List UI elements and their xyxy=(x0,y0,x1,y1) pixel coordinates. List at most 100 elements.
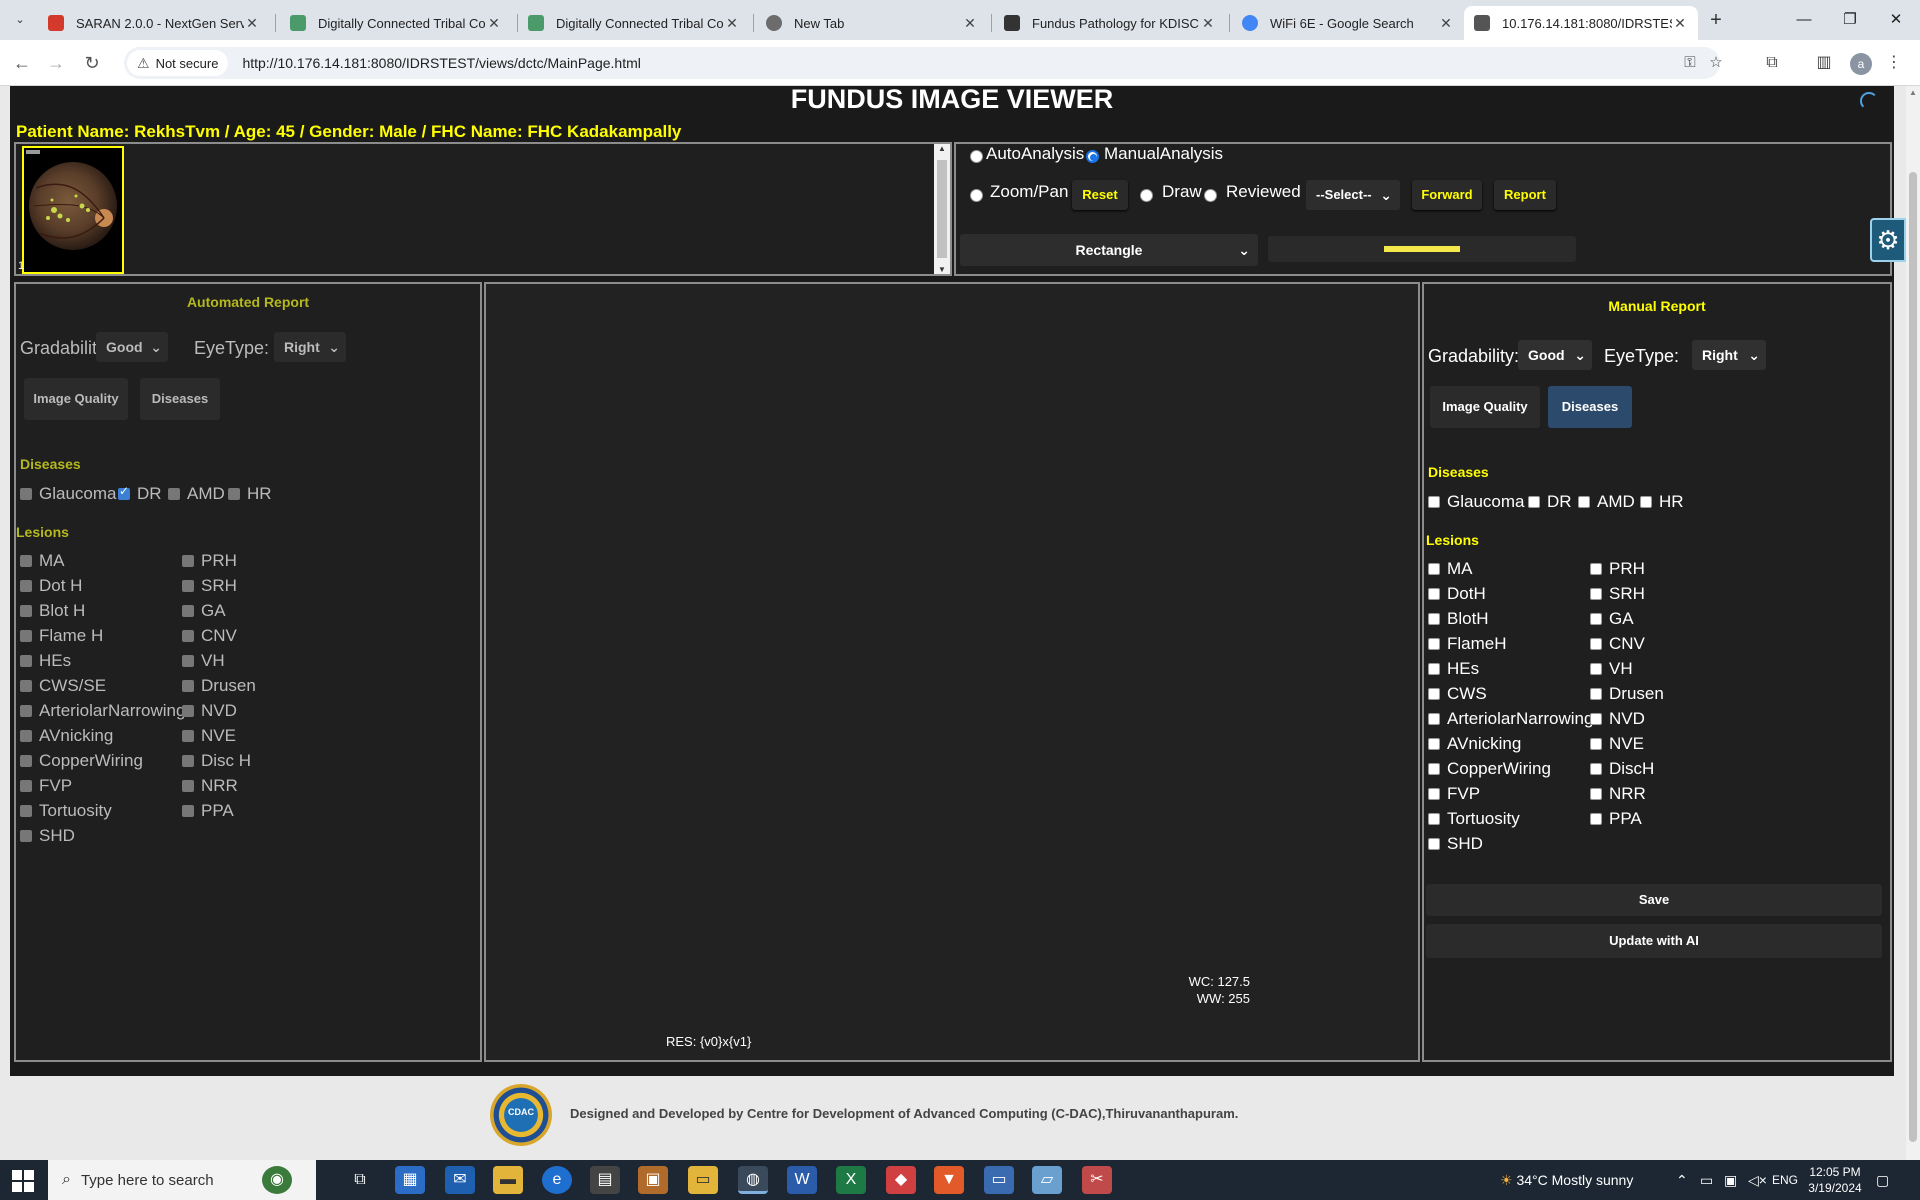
lesion-checkbox[interactable]: NRR xyxy=(1590,784,1646,804)
checkbox-box[interactable] xyxy=(20,680,32,692)
checkbox-box[interactable] xyxy=(20,655,32,667)
checkbox-box[interactable] xyxy=(182,580,194,592)
windows-start-icon[interactable] xyxy=(12,1170,34,1192)
checkbox-box[interactable] xyxy=(182,655,194,667)
address-bar[interactable]: ⚠ Not secure http://10.176.14.181:8080/I… xyxy=(124,47,1723,79)
lesion-checkbox[interactable]: Drusen xyxy=(1590,684,1664,704)
calculator-icon[interactable]: ▤ xyxy=(590,1166,620,1194)
checkbox-box[interactable] xyxy=(20,705,32,717)
lesion-checkbox[interactable]: Blot H xyxy=(20,601,85,621)
lesion-checkbox[interactable]: DotH xyxy=(1428,584,1486,604)
lesion-checkbox[interactable]: CWS xyxy=(1428,684,1487,704)
checkbox-box[interactable] xyxy=(1590,563,1602,575)
close-tab-icon[interactable]: ✕ xyxy=(244,15,260,32)
lesion-checkbox[interactable]: CWS/SE xyxy=(20,676,106,696)
lesion-checkbox[interactable]: NVD xyxy=(182,701,237,721)
checkbox-box[interactable] xyxy=(1590,713,1602,725)
lesion-checkbox[interactable]: PRH xyxy=(1590,559,1645,579)
forward-button[interactable]: Forward xyxy=(1412,180,1482,210)
back-icon[interactable]: ← xyxy=(10,51,34,75)
restore-icon[interactable]: ❐ xyxy=(1838,8,1862,32)
checkbox-box[interactable] xyxy=(182,805,194,817)
checkbox-box[interactable] xyxy=(20,580,32,592)
manual-analysis-radio[interactable] xyxy=(1086,150,1099,163)
lesion-checkbox[interactable]: VH xyxy=(1590,659,1633,679)
forward-icon[interactable]: → xyxy=(44,51,68,75)
tab-image-quality[interactable]: Image Quality xyxy=(1430,386,1540,428)
edge-icon[interactable]: e xyxy=(542,1166,572,1194)
notifications-icon[interactable]: ▢ xyxy=(1876,1160,1889,1200)
close-tab-icon[interactable]: ✕ xyxy=(1200,15,1216,32)
lesion-checkbox[interactable]: MA xyxy=(20,551,65,571)
close-tab-icon[interactable]: ✕ xyxy=(486,15,502,32)
browser-tab[interactable]: New Tab ✕ xyxy=(756,6,988,40)
checkbox-box[interactable] xyxy=(1428,788,1440,800)
lesion-checkbox[interactable]: ArteriolarNarrowing xyxy=(1428,709,1593,729)
gradability-select[interactable]: Good ⌄ xyxy=(1518,340,1592,370)
review-select[interactable]: --Select-- ⌄ xyxy=(1306,180,1400,210)
chrome-icon[interactable]: ◍ xyxy=(738,1166,768,1194)
lesion-checkbox[interactable]: NVE xyxy=(182,726,236,746)
disease-checkbox-amd[interactable]: AMD xyxy=(168,484,225,504)
lesion-checkbox[interactable]: NVD xyxy=(1590,709,1645,729)
snipping-icon[interactable]: ✂ xyxy=(1082,1166,1112,1194)
thumbnail-scrollbar[interactable]: ▲ ▼ xyxy=(934,144,950,274)
checkbox-box[interactable] xyxy=(20,780,32,792)
security-chip[interactable]: ⚠ Not secure xyxy=(127,50,229,76)
browser-tab-active[interactable]: 10.176.14.181:8080/IDRSTEST/v ✕ xyxy=(1464,6,1698,40)
tray-chevron-icon[interactable]: ⌃ xyxy=(1676,1160,1688,1200)
close-tab-icon[interactable]: ✕ xyxy=(962,15,978,32)
checkbox-box[interactable] xyxy=(1590,813,1602,825)
lesion-checkbox[interactable]: Tortuosity xyxy=(1428,809,1520,829)
lesion-checkbox[interactable]: CopperWiring xyxy=(20,751,143,771)
checkbox-box[interactable] xyxy=(182,705,194,717)
lesion-checkbox[interactable]: SRH xyxy=(1590,584,1645,604)
browser-tab[interactable]: Fundus Pathology for KDISC ✕ xyxy=(994,6,1226,40)
lesion-checkbox[interactable]: CNV xyxy=(182,626,237,646)
lesion-checkbox[interactable]: PPA xyxy=(1590,809,1642,829)
lesion-checkbox[interactable]: MA xyxy=(1428,559,1473,579)
checkbox-box[interactable] xyxy=(1428,588,1440,600)
eyetype-select[interactable]: Right ⌄ xyxy=(1692,340,1766,370)
checkbox-box[interactable] xyxy=(1590,788,1602,800)
page-scrollbar[interactable]: ▲ xyxy=(1906,86,1920,1160)
eyetype-select[interactable]: Right ⌄ xyxy=(274,332,346,362)
checkbox-box[interactable] xyxy=(1428,738,1440,750)
file-explorer-icon[interactable]: ▬ xyxy=(493,1166,523,1194)
browser-tab[interactable]: Digitally Connected Tribal Colo ✕ xyxy=(280,6,512,40)
checkbox-box[interactable] xyxy=(1590,638,1602,650)
bookmark-star-icon[interactable]: ☆ xyxy=(1704,51,1728,75)
weather-widget[interactable]: ☀ 34°C Mostly sunny xyxy=(1500,1160,1633,1200)
disease-checkbox-glaucoma[interactable]: Glaucoma xyxy=(20,484,116,504)
disease-checkbox-dr[interactable]: DR xyxy=(118,484,162,504)
language-indicator[interactable]: ENG xyxy=(1772,1160,1798,1200)
folder-icon[interactable]: ▭ xyxy=(688,1166,718,1194)
checkbox-box[interactable] xyxy=(182,630,194,642)
checkbox-box[interactable] xyxy=(182,555,194,567)
lesion-checkbox[interactable]: FVP xyxy=(1428,784,1480,804)
store-icon[interactable]: ▦ xyxy=(395,1166,425,1194)
volume-icon[interactable]: ◁× xyxy=(1748,1160,1767,1200)
draw-radio[interactable] xyxy=(1140,189,1153,202)
lesion-checkbox[interactable]: NVE xyxy=(1590,734,1644,754)
browser-tab[interactable]: SARAN 2.0.0 - NextGen Servic ✕ xyxy=(38,6,270,40)
auto-analysis-radio[interactable] xyxy=(970,150,983,163)
remote-desktop-icon[interactable]: ▭ xyxy=(984,1166,1014,1194)
checkbox-box[interactable] xyxy=(20,830,32,842)
lesion-checkbox[interactable]: CNV xyxy=(1590,634,1645,654)
disease-checkbox-hr[interactable]: HR xyxy=(228,484,272,504)
settings-gear-icon[interactable]: ⚙ xyxy=(1870,218,1906,262)
tab-diseases[interactable]: Diseases xyxy=(140,378,220,420)
checkbox-box[interactable] xyxy=(20,805,32,817)
tab-diseases[interactable]: Diseases xyxy=(1548,386,1632,428)
checkbox-box[interactable] xyxy=(1428,563,1440,575)
scrollbar-thumb[interactable] xyxy=(1909,172,1917,1142)
close-window-icon[interactable]: ✕ xyxy=(1884,8,1908,32)
reset-button[interactable]: Reset xyxy=(1072,180,1128,210)
close-tab-icon[interactable]: ✕ xyxy=(1672,15,1688,32)
url-text[interactable]: http://10.176.14.181:8080/IDRSTEST/views… xyxy=(242,55,640,71)
browser-tab[interactable]: Digitally Connected Tribal Colo ✕ xyxy=(518,6,750,40)
task-view-icon[interactable]: ⧉ xyxy=(345,1166,375,1194)
password-key-icon[interactable]: ⚿ xyxy=(1678,51,1702,75)
lesion-checkbox[interactable]: SRH xyxy=(182,576,237,596)
